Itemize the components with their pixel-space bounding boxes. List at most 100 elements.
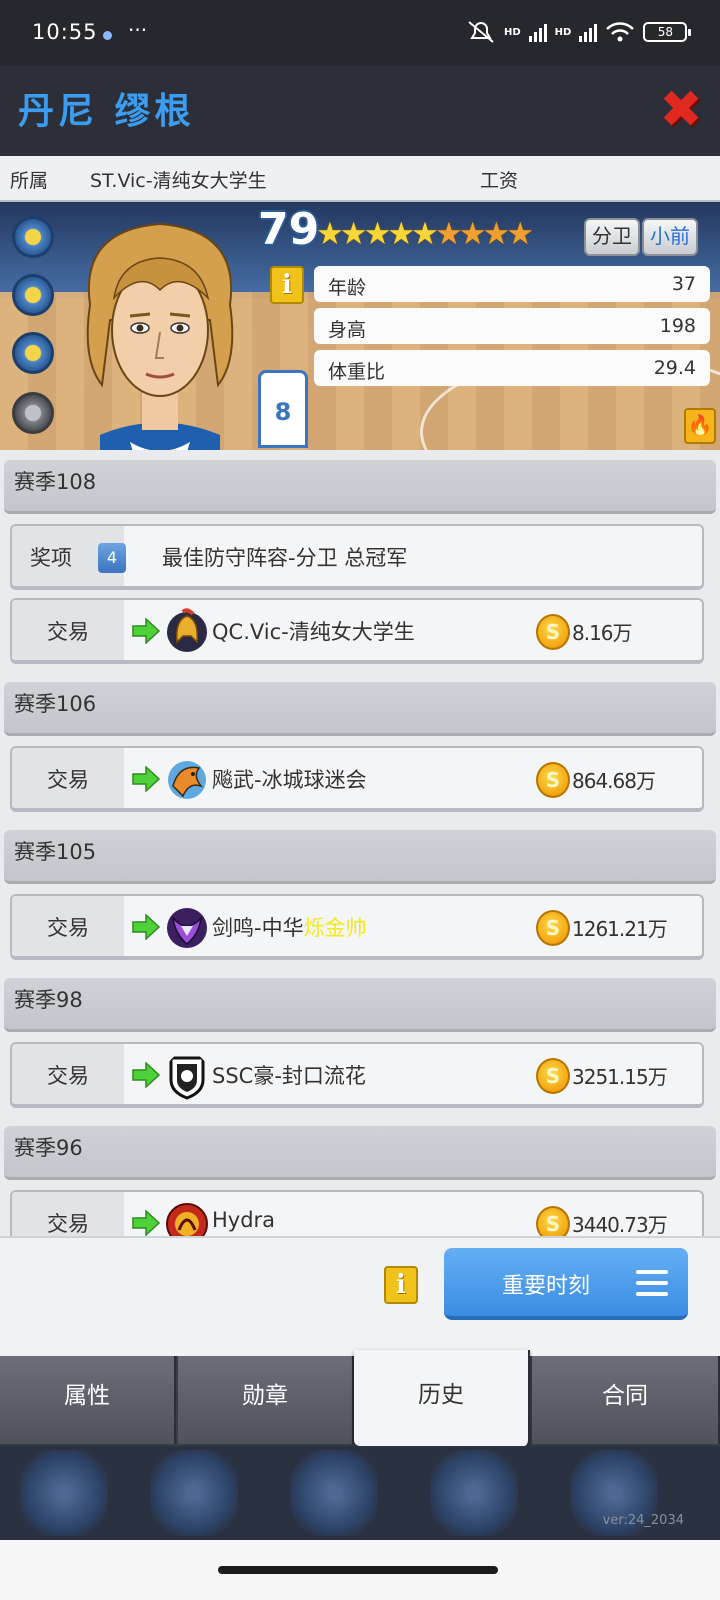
home-indicator[interactable] [218, 1566, 498, 1574]
clock: 10:55 [32, 20, 98, 44]
entry-type: 交易 [12, 1044, 124, 1104]
overall-rating: 79 [258, 204, 320, 255]
history-entry-trade[interactable]: 交易 剑鸣-中华烁金帅 S 1261.21万 [10, 894, 704, 960]
lion-shield-logo [169, 1056, 205, 1100]
lock-badge-icon[interactable] [12, 392, 54, 434]
season-label: 赛季106 [14, 692, 97, 716]
yen-icon [150, 1450, 238, 1536]
player-name: 丹尼 缪根 [18, 91, 195, 132]
mute-icon [468, 21, 494, 43]
entry-type-label: 交易 [47, 620, 89, 644]
team-name: Hydra [212, 1208, 275, 1232]
web-badge-icon[interactable] [12, 332, 54, 374]
team-name-highlight: 烁金帅 [303, 916, 367, 940]
coin-icon: S [536, 1058, 570, 1094]
stat-value: 29.4 [653, 357, 696, 379]
season-label: 赛季108 [14, 470, 97, 494]
season-label: 赛季96 [14, 1136, 83, 1160]
history-entry-trade[interactable]: 交易 飚武-冰城球迷会 S 864.68万 [10, 746, 704, 812]
gesture-bar [0, 1540, 720, 1600]
award-text: 最佳防守阵容-分卫 总冠军 [162, 546, 408, 570]
stat-weight-ratio: 体重比 29.4 [314, 350, 710, 386]
award-count-badge: 4 [98, 543, 126, 573]
spartan-helmet-logo [167, 608, 207, 652]
stat-label: 身高 [328, 319, 367, 341]
team-info-row: 所属 ST.Vic-清纯女大学生 工资 [0, 156, 720, 202]
player-info-icon[interactable]: i [270, 266, 304, 304]
entry-type: 交易 [12, 896, 124, 956]
entry-type-label: 交易 [47, 768, 89, 792]
position-shooting-guard[interactable]: 分卫 [584, 218, 640, 256]
history-entry-award[interactable]: 奖项 4 最佳防守阵容-分卫 总冠军 [10, 524, 704, 590]
stat-age: 年龄 37 [314, 266, 710, 302]
green-arrow-icon [132, 1210, 160, 1236]
trade-value: 1261.21万 [572, 917, 668, 941]
lightning-badge-icon[interactable] [12, 274, 54, 316]
coin-icon: S [536, 910, 570, 946]
dragon-logo [168, 761, 206, 799]
key-moments-button[interactable]: 重要时刻 [444, 1248, 688, 1320]
status-bar: 10:55 ··· HD HD 58 [0, 0, 720, 66]
star-icon [20, 1450, 108, 1536]
close-icon: ✖ [659, 80, 703, 140]
tab-attributes[interactable]: 属性 [0, 1356, 176, 1444]
stat-label: 年龄 [328, 277, 367, 299]
team-name-text: Hydra [212, 1208, 276, 1232]
green-arrow-icon [132, 618, 160, 644]
action-panel: i 重要时刻 [0, 1236, 720, 1356]
tab-history[interactable]: 历史 [354, 1350, 530, 1446]
season-label: 赛季98 [14, 988, 83, 1012]
green-arrow-icon [132, 914, 160, 940]
history-info-icon[interactable]: i [384, 1266, 418, 1304]
history-entry-trade[interactable]: 交易 SSC豪-封口流花 S 3251.15万 [10, 1042, 704, 1108]
team-value: ST.Vic-清纯女大学生 [90, 170, 267, 192]
tab-medals[interactable]: 勋章 [178, 1356, 354, 1444]
season-header: 赛季98 [4, 978, 716, 1032]
key-moments-label: 重要时刻 [502, 1274, 591, 1299]
season-header: 赛季96 [4, 1126, 716, 1180]
entry-type-label: 奖项 [30, 546, 72, 570]
team-icon [290, 1450, 378, 1536]
signal-icon-2 [579, 22, 598, 42]
trade-value: 3251.15万 [572, 1065, 668, 1089]
history-list[interactable]: 赛季108 奖项 4 最佳防守阵容-分卫 总冠军 交易 QC.Vic-清纯女大学… [0, 450, 720, 1262]
fire-icon[interactable]: 🔥 [684, 408, 716, 444]
entry-type-label: 交易 [47, 916, 89, 940]
player-card: 79 ★★★★★★★★★ 分卫 小前 i 年龄 37 身高 198 体重比 29… [0, 202, 720, 450]
stat-value: 37 [671, 273, 696, 295]
trade-value: 3440.73万 [572, 1213, 668, 1237]
trade-value: 8.16万 [572, 621, 633, 645]
history-entry-trade[interactable]: 交易 QC.Vic-清纯女大学生 S 8.16万 [10, 598, 704, 664]
entry-type-label: 交易 [47, 1212, 89, 1236]
team-name-text: QC.Vic-清纯女大学生 [212, 620, 415, 644]
player-header: 丹尼 缪根 ✖ [0, 66, 720, 156]
team-label: 所属 [10, 170, 49, 192]
star-icon: ★★★★★ [316, 216, 439, 252]
position-small-forward[interactable]: 小前 [642, 218, 698, 256]
signal-icon [528, 22, 547, 42]
team-name-text: SSC豪-封口流花 [212, 1064, 366, 1088]
player-portrait [86, 222, 234, 450]
jersey-icon: 8 [258, 370, 308, 448]
trade-value: 864.68万 [572, 769, 656, 793]
entry-type-label: 交易 [47, 1064, 89, 1088]
menu-icon [636, 1270, 668, 1298]
tab-contract[interactable]: 合同 [532, 1356, 720, 1444]
helmet-badge-icon[interactable] [12, 216, 54, 258]
background-nav: ver:24_2034 [0, 1446, 720, 1540]
team-name: SSC豪-封口流花 [212, 1060, 366, 1090]
team-name: QC.Vic-清纯女大学生 [212, 616, 415, 646]
purple-bird-logo [167, 908, 207, 948]
entry-type: 交易 [12, 600, 124, 660]
green-arrow-icon [132, 766, 160, 792]
team-name: 剑鸣-中华烁金帅 [212, 912, 367, 942]
system-icons: HD HD 58 [466, 20, 692, 44]
more-notifications-icon: ··· [128, 18, 148, 42]
version-label: ver:24_2034 [602, 1513, 684, 1528]
coin-icon: S [536, 762, 570, 798]
entry-type: 交易 [12, 748, 124, 808]
close-button[interactable]: ✖ [656, 84, 706, 136]
wifi-icon [606, 22, 635, 42]
tab-bar: 属性 勋章 历史 合同 [0, 1350, 720, 1446]
star-rating: ★★★★★★★★★ [316, 216, 534, 252]
